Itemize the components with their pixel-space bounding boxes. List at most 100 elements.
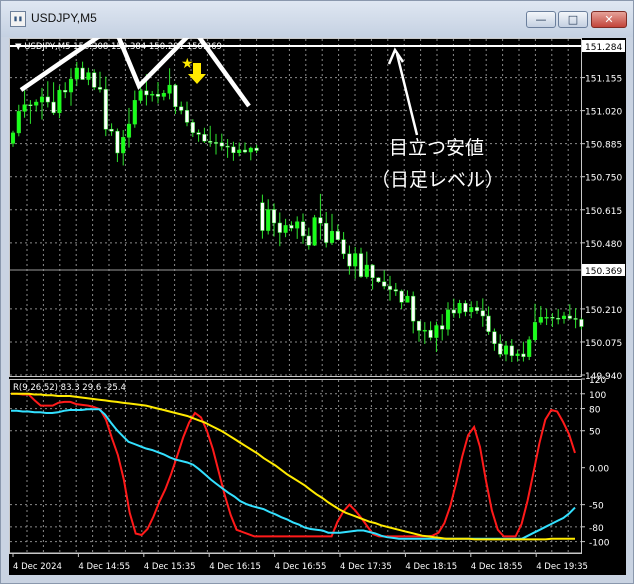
candle-body xyxy=(387,285,393,290)
indicator-label: 0.00 xyxy=(589,465,609,475)
candle-body xyxy=(538,316,543,323)
price-label: 150.075 xyxy=(585,339,622,349)
candle-body xyxy=(266,209,271,231)
indicator-label: -100 xyxy=(589,539,610,549)
indicator-label: -50 xyxy=(589,502,604,512)
candle-body xyxy=(242,149,248,153)
candle-body xyxy=(318,217,323,224)
candle-body xyxy=(422,329,427,332)
candle-body xyxy=(138,90,143,101)
time-label: 4 Dec 17:35 xyxy=(340,562,392,572)
annotation-arrowhead xyxy=(387,47,405,65)
candle-body xyxy=(92,72,97,88)
candle-body xyxy=(300,221,306,237)
close-button[interactable]: ✕ xyxy=(591,11,627,28)
candle-body xyxy=(492,331,497,344)
candle-body xyxy=(103,89,108,130)
candle-body xyxy=(45,96,50,103)
candle-body xyxy=(434,325,439,338)
candle-body xyxy=(486,315,491,332)
candle-body xyxy=(237,149,242,153)
candle-body xyxy=(277,222,282,233)
candle-body xyxy=(428,329,433,338)
candle-body xyxy=(121,137,126,154)
indicator-panel-frame xyxy=(9,379,582,554)
candle-body xyxy=(132,100,137,125)
candle-body xyxy=(567,315,572,319)
title-bar[interactable]: ▮▮ USDJPY,M5 — □ ✕ xyxy=(1,1,633,37)
minimize-button[interactable]: — xyxy=(526,11,556,28)
price-label: 150.750 xyxy=(585,174,622,184)
price-label: 151.155 xyxy=(585,75,622,85)
candle-body xyxy=(10,132,16,144)
candle-body xyxy=(109,128,114,132)
candle-body xyxy=(184,110,190,123)
candle-body xyxy=(115,130,120,154)
indicator-lines xyxy=(11,392,576,541)
price-label: 150.210 xyxy=(585,306,622,316)
candle-body xyxy=(68,78,74,93)
time-label: 4 Dec 14:55 xyxy=(78,562,130,572)
candle-body xyxy=(556,317,561,320)
candle-body xyxy=(289,225,294,229)
candle-body xyxy=(173,84,178,107)
candle-body xyxy=(463,303,468,313)
candle-body xyxy=(28,104,33,106)
time-axis: 4 Dec 2024 4 Dec 14:55 4 Dec 15:35 4 Dec 16… xyxy=(9,552,588,572)
indicator-series-2 xyxy=(11,392,575,541)
candle-body xyxy=(411,295,416,322)
candle-body xyxy=(353,253,358,267)
chart-area[interactable]: 151.284 151.155 151.020 150.885 150.750 150.6… xyxy=(9,38,626,575)
candle-body xyxy=(97,87,103,90)
price-label: 150.480 xyxy=(585,240,622,250)
indicator-series-0 xyxy=(11,392,576,538)
price-label: 150.369 xyxy=(585,267,622,277)
candle-body xyxy=(347,253,352,267)
candle-body xyxy=(445,309,451,330)
candle-body xyxy=(579,319,584,327)
main-grid: 151.284 151.155 151.020 150.885 150.750 150.6… xyxy=(9,38,625,382)
price-label: 151.284 xyxy=(585,43,622,53)
candle-body xyxy=(57,90,62,114)
candle-body xyxy=(399,290,404,303)
indicator-label: -80 xyxy=(589,524,604,534)
indicator-series-1 xyxy=(11,408,576,540)
candle-body xyxy=(376,277,381,282)
candle-body xyxy=(283,225,288,233)
candle-body xyxy=(324,222,329,243)
candle-body xyxy=(86,72,91,80)
price-label: 150.615 xyxy=(585,207,622,217)
candle-body xyxy=(457,303,462,314)
candle-series xyxy=(10,61,584,363)
chart-svg[interactable]: 151.284 151.155 151.020 150.885 150.750 150.6… xyxy=(9,38,626,575)
candle-body xyxy=(126,123,132,138)
annotation-arrow xyxy=(395,53,419,136)
candle-body xyxy=(254,147,259,151)
candle-body xyxy=(39,96,45,103)
candle-body xyxy=(16,111,21,134)
candle-body xyxy=(190,122,195,133)
maximize-button[interactable]: □ xyxy=(558,11,588,28)
indicator-label: 100 xyxy=(589,391,606,401)
candle-body xyxy=(225,145,230,148)
indicator-label: 120 xyxy=(589,376,606,386)
candle-body xyxy=(295,221,300,229)
candle-body xyxy=(341,239,346,255)
candle-body xyxy=(144,90,149,96)
candle-body xyxy=(440,325,445,330)
candle-body xyxy=(573,318,578,320)
indicator-label: 50 xyxy=(589,428,601,438)
main-header: ▼ USDJPY,M5 150.308 150.384 150.291 150.… xyxy=(15,42,222,52)
indicator-label: 80 xyxy=(589,406,601,416)
candle-body xyxy=(561,315,567,319)
chart-window: ▮▮ USDJPY,M5 — □ ✕ 151.284 151.155 151.020… xyxy=(0,0,634,584)
candle-body xyxy=(161,92,166,97)
candle-body xyxy=(474,307,480,311)
candle-body xyxy=(335,231,340,240)
candle-body xyxy=(515,353,520,356)
candle-body xyxy=(480,310,485,317)
candle-body xyxy=(213,142,219,144)
candle-body xyxy=(306,235,311,246)
candle-body xyxy=(80,67,85,80)
time-label: 4 Dec 16:15 xyxy=(209,562,261,572)
